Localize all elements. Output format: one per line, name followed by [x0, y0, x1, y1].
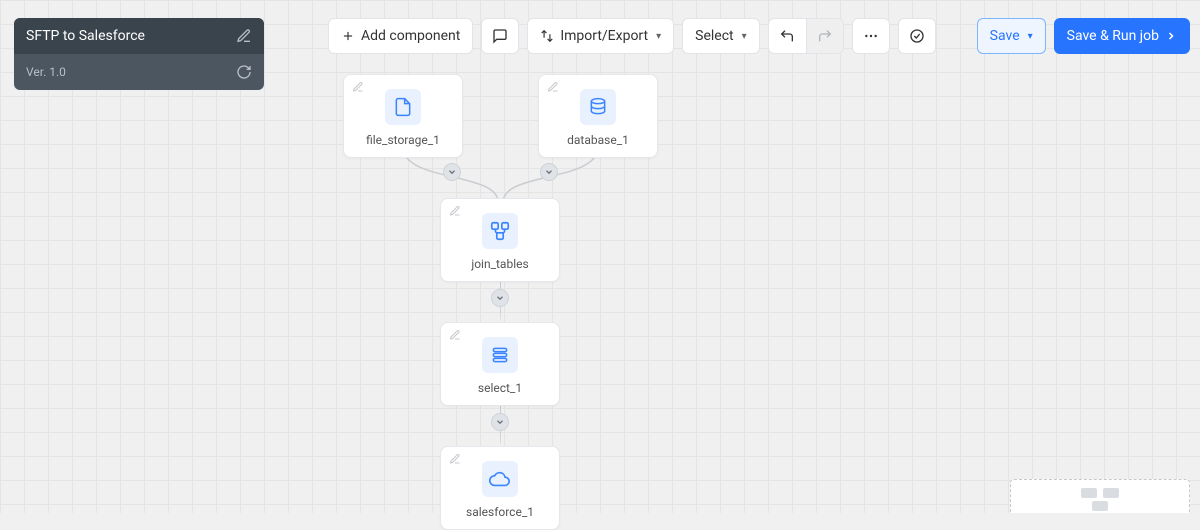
chevron-down-icon: ▾ [742, 31, 747, 42]
more-icon [863, 28, 879, 44]
connector-select-out[interactable] [491, 413, 509, 431]
redo-icon [817, 28, 833, 44]
swap-icon [540, 29, 554, 43]
comment-button[interactable] [481, 18, 519, 54]
node-join-tables[interactable]: join_tables [440, 198, 560, 282]
save-run-button[interactable]: Save & Run job [1054, 18, 1190, 54]
plus-icon [341, 29, 355, 43]
cloud-icon [482, 461, 518, 497]
toolbar: Add component Import/Export ▾ Select ▾ S… [328, 18, 1190, 54]
button-label: Save [990, 28, 1020, 44]
node-label: file_storage_1 [348, 133, 458, 147]
edit-icon[interactable] [352, 81, 364, 93]
edit-icon[interactable] [449, 329, 461, 341]
edit-icon[interactable] [449, 453, 461, 465]
node-label: salesforce_1 [445, 505, 555, 519]
job-version: Ver. 1.0 [26, 65, 66, 79]
minimap-node [1092, 501, 1108, 511]
validate-button[interactable] [898, 18, 936, 54]
edit-icon[interactable] [449, 205, 461, 217]
select-button[interactable]: Select ▾ [682, 18, 760, 54]
file-icon [385, 89, 421, 125]
node-database[interactable]: database_1 [538, 74, 658, 158]
undo-icon [779, 28, 795, 44]
refresh-icon[interactable] [236, 64, 252, 80]
chevron-right-icon [1165, 30, 1177, 42]
node-select[interactable]: select_1 [440, 322, 560, 406]
node-label: join_tables [445, 257, 555, 271]
rows-icon [482, 337, 518, 373]
connector-join-out[interactable] [491, 289, 509, 307]
redo-button[interactable] [806, 18, 844, 54]
import-export-button[interactable]: Import/Export ▾ [527, 18, 674, 54]
minimap[interactable] [1010, 479, 1190, 513]
button-label: Save & Run job [1067, 28, 1159, 44]
button-label: Select [695, 28, 733, 44]
more-button[interactable] [852, 18, 890, 54]
connector-file-out[interactable] [443, 163, 461, 181]
check-circle-icon [909, 28, 925, 44]
add-component-button[interactable]: Add component [328, 18, 473, 54]
comment-icon [492, 28, 508, 44]
node-salesforce[interactable]: salesforce_1 [440, 446, 560, 530]
minimap-node [1103, 488, 1119, 498]
join-icon [482, 213, 518, 249]
chevron-down-icon: ▾ [1028, 31, 1033, 42]
node-label: select_1 [445, 381, 555, 395]
node-label: database_1 [543, 133, 653, 147]
undo-button[interactable] [768, 18, 806, 54]
save-button[interactable]: Save ▾ [977, 18, 1046, 54]
button-label: Import/Export [560, 28, 648, 44]
connector-db-out[interactable] [540, 163, 558, 181]
node-file-storage[interactable]: file_storage_1 [343, 74, 463, 158]
minimap-node [1081, 488, 1097, 498]
button-label: Add component [361, 28, 460, 44]
chevron-down-icon: ▾ [656, 31, 661, 42]
undo-redo-group [768, 18, 844, 54]
job-info-panel: SFTP to Salesforce Ver. 1.0 [14, 18, 264, 90]
edit-icon[interactable] [236, 28, 252, 44]
edit-icon[interactable] [547, 81, 559, 93]
database-icon [580, 89, 616, 125]
job-title: SFTP to Salesforce [26, 28, 145, 44]
